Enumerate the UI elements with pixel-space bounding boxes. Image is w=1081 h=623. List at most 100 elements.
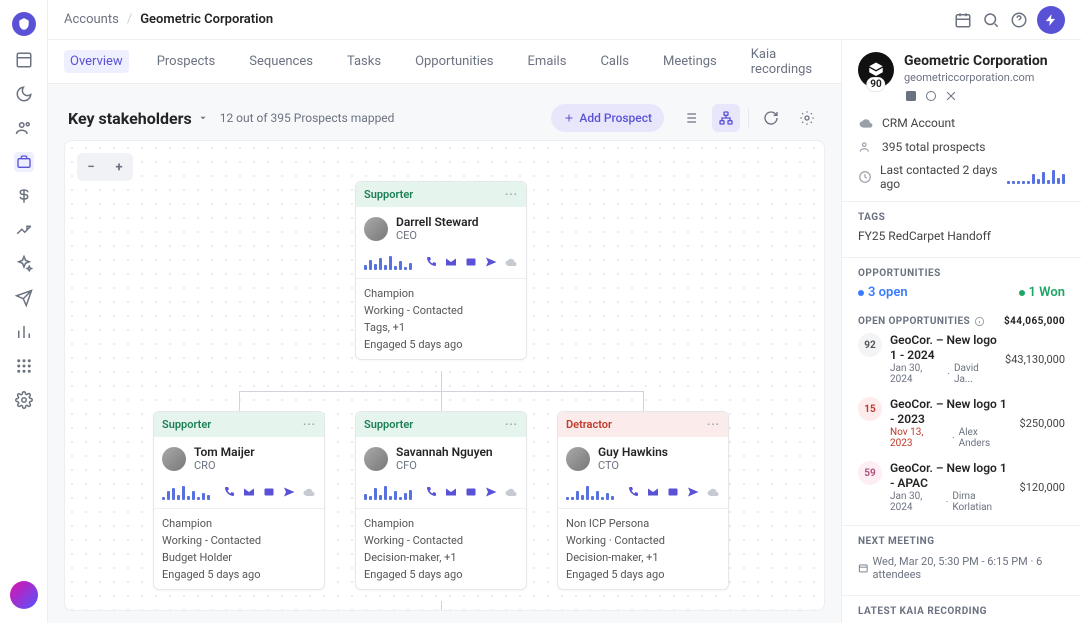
send-icon[interactable] <box>686 485 700 499</box>
nav-trend-icon[interactable] <box>14 220 34 240</box>
send-icon[interactable] <box>484 255 498 269</box>
nav-people-icon[interactable] <box>14 118 34 138</box>
left-nav <box>0 0 48 623</box>
stakeholder-card-cro[interactable]: Supporter··· Tom MaijerCRO ChampionWorki… <box>153 411 325 590</box>
contact-card-icon[interactable] <box>464 255 478 269</box>
opp-score: 92 <box>858 333 882 357</box>
org-canvas[interactable]: − + Supporter··· Darrell StewardCEO Cham… <box>64 140 825 611</box>
nav-settings-icon[interactable] <box>14 390 34 410</box>
email-icon[interactable] <box>444 255 458 269</box>
people-icon <box>858 139 874 155</box>
card-more-icon[interactable]: ··· <box>505 418 518 431</box>
person-avatar <box>364 447 388 471</box>
right-panel: 90 Geometric Corporation geometriccorpor… <box>841 40 1081 623</box>
info-icon[interactable] <box>974 316 985 327</box>
phone-icon[interactable] <box>424 255 438 269</box>
nav-dollar-icon[interactable] <box>14 186 34 206</box>
nav-moon-icon[interactable] <box>14 84 34 104</box>
tag-value[interactable]: FY25 RedCarpet Handoff <box>842 227 1081 251</box>
send-icon[interactable] <box>282 485 296 499</box>
view-list-icon[interactable] <box>676 104 704 132</box>
contact-card-icon[interactable] <box>464 485 478 499</box>
tab-tasks[interactable]: Tasks <box>341 50 387 73</box>
opp-sub: Jan 30, 2024·David Ja... <box>890 363 997 385</box>
calendar-icon[interactable] <box>953 10 973 30</box>
help-icon[interactable] <box>1009 10 1029 30</box>
nav-magic-icon[interactable] <box>14 254 34 274</box>
phone-icon[interactable] <box>222 485 236 499</box>
card-meta: ChampionWorking - ContactedTags, +1Engag… <box>356 278 526 359</box>
stakeholder-card-ceo[interactable]: Supporter··· Darrell StewardCEO Champion… <box>355 181 527 360</box>
section-subtitle: 12 out of 395 Prospects mapped <box>220 111 395 125</box>
card-type: Supporter <box>364 188 413 201</box>
person-avatar <box>566 447 590 471</box>
card-meta: ChampionWorking - ContactedDecision-make… <box>356 508 526 589</box>
email-icon[interactable] <box>242 485 256 499</box>
cloud-off-icon[interactable] <box>504 485 518 499</box>
opp-amount: $43,130,000 <box>1005 353 1065 366</box>
chevron-down-icon <box>198 113 208 123</box>
search-icon[interactable] <box>981 10 1001 30</box>
view-org-icon[interactable] <box>712 104 740 132</box>
card-more-icon[interactable]: ··· <box>707 418 720 431</box>
x-icon[interactable] <box>944 89 958 103</box>
person-name: Darrell Steward <box>396 215 479 229</box>
opportunity-row[interactable]: 59 GeoCor. – New logo 1 - APAC Jan 30, 2… <box>842 455 1081 519</box>
card-more-icon[interactable]: ··· <box>505 188 518 201</box>
breadcrumb-accounts[interactable]: Accounts <box>64 12 119 27</box>
tab-sequences[interactable]: Sequences <box>243 50 319 73</box>
tab-opportunities[interactable]: Opportunities <box>409 50 499 73</box>
refresh-icon[interactable] <box>757 104 785 132</box>
bolt-button[interactable] <box>1037 6 1065 34</box>
facebook-icon[interactable] <box>924 89 938 103</box>
stakeholder-card-cto[interactable]: Detractor··· Guy HawkinsCTO Non ICP Pers… <box>557 411 729 590</box>
email-icon[interactable] <box>646 485 660 499</box>
opp-sub: Jan 30, 2024·Dima Korlatian <box>890 491 1012 513</box>
nav-dashboard-icon[interactable] <box>14 50 34 70</box>
tab-overview[interactable]: Overview <box>64 50 129 73</box>
account-avatar[interactable]: 90 <box>858 52 894 88</box>
person-role: CRO <box>194 459 255 472</box>
next-meeting-header: NEXT MEETING <box>842 525 1081 551</box>
current-user-avatar[interactable] <box>10 581 38 609</box>
email-icon[interactable] <box>444 485 458 499</box>
open-opps-count[interactable]: 3 open <box>858 285 908 300</box>
tab-emails[interactable]: Emails <box>522 50 573 73</box>
tab-kaia-recordings[interactable]: Kaia recordings <box>745 43 818 81</box>
tab-meetings[interactable]: Meetings <box>657 50 723 73</box>
prospects-line[interactable]: 395 total prospects <box>842 135 1081 159</box>
crm-account-line[interactable]: CRM Account <box>842 111 1081 135</box>
phone-icon[interactable] <box>424 485 438 499</box>
nav-accounts-icon[interactable] <box>14 152 34 172</box>
tab-calls[interactable]: Calls <box>594 50 635 73</box>
cloud-off-icon[interactable] <box>504 255 518 269</box>
canvas-settings-icon[interactable] <box>793 104 821 132</box>
breadcrumb: Accounts / Geometric Corporation <box>64 12 273 27</box>
contact-card-icon[interactable] <box>262 485 276 499</box>
cloud-off-icon[interactable] <box>706 485 720 499</box>
account-score: 90 <box>866 77 885 92</box>
section-title[interactable]: Key stakeholders <box>68 109 208 128</box>
nav-send-icon[interactable] <box>14 288 34 308</box>
opportunity-row[interactable]: 92 GeoCor. – New logo 1 - 2024 Jan 30, 2… <box>842 327 1081 391</box>
opp-amount: $250,000 <box>1020 417 1065 430</box>
phone-icon[interactable] <box>626 485 640 499</box>
opportunity-row[interactable]: 15 GeoCor. – New logo 1 - 2023 Nov 13, 2… <box>842 391 1081 455</box>
last-contacted-line: Last contacted 2 days ago <box>842 159 1081 195</box>
stakeholder-card-cfo[interactable]: Supporter··· Savannah NguyenCFO Champion… <box>355 411 527 590</box>
opp-title: GeoCor. – New logo 1 - 2024 <box>890 333 997 363</box>
card-more-icon[interactable]: ··· <box>303 418 316 431</box>
account-url[interactable]: geometriccorporation.com <box>904 70 1048 85</box>
linkedin-icon[interactable] <box>904 89 918 103</box>
app-logo[interactable] <box>12 12 36 36</box>
add-prospect-button[interactable]: Add Prospect <box>551 104 664 132</box>
contact-card-icon[interactable] <box>666 485 680 499</box>
nav-apps-icon[interactable] <box>14 356 34 376</box>
person-role: CFO <box>396 459 493 472</box>
cloud-off-icon[interactable] <box>302 485 316 499</box>
tab-prospects[interactable]: Prospects <box>151 50 222 73</box>
won-opps-count[interactable]: 1 Won <box>1019 285 1066 300</box>
person-role: CTO <box>598 459 668 472</box>
nav-reports-icon[interactable] <box>14 322 34 342</box>
send-icon[interactable] <box>484 485 498 499</box>
